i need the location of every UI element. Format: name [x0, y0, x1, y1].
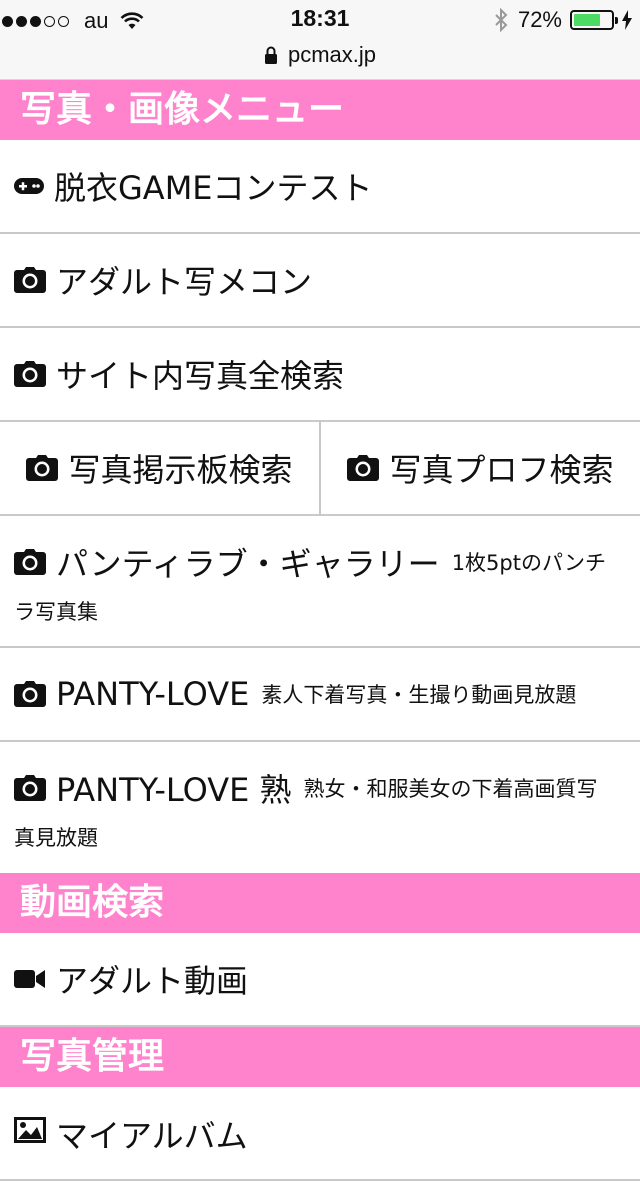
menu-item-label: サイト内写真全検索 [56, 357, 345, 395]
charging-icon [622, 10, 632, 30]
menu-item-label: パンティラブ・ギャラリー [56, 545, 440, 583]
section-header-photo-manage: 写真管理 [0, 1027, 640, 1087]
menu-item-description: 熟女・和服美女の下着高画質写 [303, 777, 598, 801]
gamepad-icon [14, 178, 44, 194]
video-camera-icon [14, 970, 45, 988]
menu-item-adult-photo-contest[interactable]: アダルト写メコン [0, 234, 640, 328]
menu-item-label: 脱衣GAMEコンテスト [54, 169, 373, 207]
lock-icon [264, 46, 277, 64]
menu-item-label: 写真掲示板検索 [68, 451, 293, 489]
menu-item-label: アダルト動画 [56, 962, 249, 1000]
menu-item-site-photo-search[interactable]: サイト内写真全検索 [0, 328, 640, 422]
menu-item-label: PANTY-LOVE [56, 675, 250, 713]
section-header-video-search: 動画検索 [0, 873, 640, 933]
camera-icon [14, 775, 46, 801]
address-bar[interactable]: pcmax.jp [0, 40, 640, 70]
bluetooth-icon [495, 8, 508, 32]
menu-item-label: 写真プロフ検索 [389, 451, 614, 489]
menu-item-panty-love[interactable]: PANTY-LOVE 素人下着写真・生撮り動画見放題 [0, 648, 640, 742]
menu-item-label: アダルト写メコン [56, 263, 313, 301]
split-row-photo-search: 写真掲示板検索 写真プロフ検索 [0, 422, 640, 516]
menu-item-adult-video[interactable]: アダルト動画 [0, 933, 640, 1027]
url-text: pcmax.jp [287, 42, 377, 67]
camera-icon [14, 361, 46, 387]
camera-icon [26, 455, 59, 481]
menu-item-game-contest[interactable]: 脱衣GAMEコンテスト [0, 140, 640, 234]
menu-item-board-photo-search[interactable]: 写真掲示板検索 [0, 422, 321, 514]
battery-icon [570, 10, 618, 30]
battery-level [574, 14, 600, 26]
camera-icon [14, 267, 46, 293]
menu-item-profile-photo-search[interactable]: 写真プロフ検索 [321, 422, 640, 514]
battery-percent: 72% [517, 7, 562, 32]
camera-icon [14, 549, 46, 575]
menu-item-my-album[interactable]: マイアルバム [0, 1087, 640, 1181]
status-bar: au 18:31 72% pcmax.jp [0, 0, 640, 80]
menu-item-description: 素人下着写真・生撮り動画見放題 [261, 683, 577, 707]
image-icon [14, 1117, 46, 1143]
menu-item-label: PANTY-LOVE 熟 [56, 771, 292, 809]
menu-item-label: マイアルバム [56, 1117, 248, 1155]
menu-item-panty-gallery[interactable]: パンティラブ・ギャラリー 1枚5ptのパンチ ラ写真集 [0, 516, 640, 648]
menu-item-description: 1枚5ptのパンチ [451, 551, 607, 575]
camera-icon [14, 681, 46, 707]
section-header-photo-menu: 写真・画像メニュー [0, 80, 640, 140]
menu-item-description-continued: ラ写真集 [14, 600, 98, 624]
menu-item-panty-love-mature[interactable]: PANTY-LOVE 熟 熟女・和服美女の下着高画質写 真見放題 [0, 742, 640, 873]
menu-item-description-continued: 真見放題 [14, 826, 98, 850]
camera-icon [347, 455, 380, 481]
